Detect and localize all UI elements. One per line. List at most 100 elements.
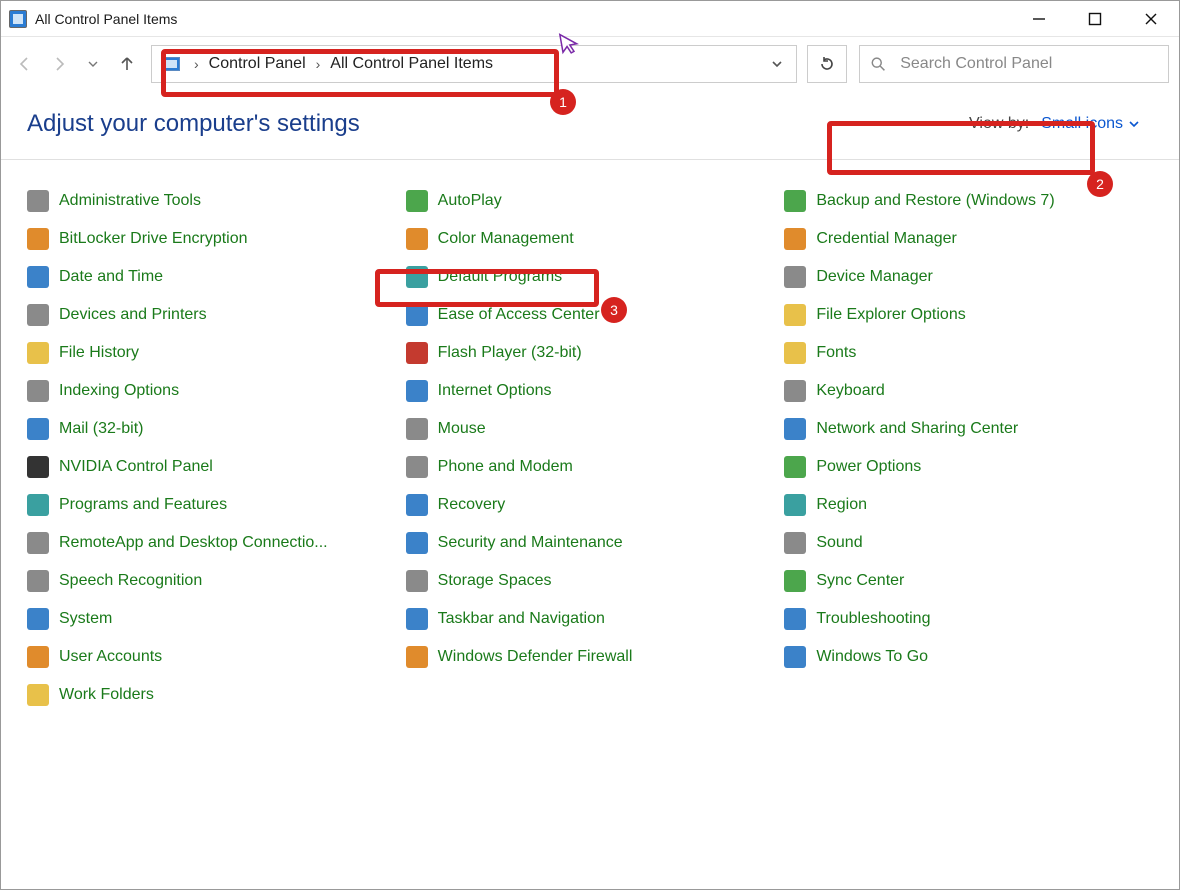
cp-item[interactable]: Taskbar and Navigation	[406, 600, 746, 638]
credential-mgr-icon	[784, 228, 806, 250]
cp-item-label: User Accounts	[59, 648, 162, 666]
cp-item[interactable]: File Explorer Options	[784, 296, 1124, 334]
cp-item[interactable]: Programs and Features	[27, 486, 367, 524]
cp-item[interactable]: BitLocker Drive Encryption	[27, 220, 367, 258]
autoplay-icon	[406, 190, 428, 212]
cp-item-label: Credential Manager	[816, 230, 957, 248]
nav-back-button[interactable]	[11, 50, 39, 78]
cp-item[interactable]: Security and Maintenance	[406, 524, 746, 562]
cp-item[interactable]: Troubleshooting	[784, 600, 1124, 638]
cp-item-label: Mail (32-bit)	[59, 420, 143, 438]
cp-item[interactable]: Default Programs	[406, 258, 746, 296]
cp-item[interactable]: Backup and Restore (Windows 7)	[784, 182, 1124, 220]
region-icon	[784, 494, 806, 516]
cp-item-label: Windows Defender Firewall	[438, 648, 633, 666]
cp-item-label: System	[59, 610, 112, 628]
cp-item[interactable]: Color Management	[406, 220, 746, 258]
search-box[interactable]	[859, 45, 1169, 83]
cp-item[interactable]: Region	[784, 486, 1124, 524]
chevron-down-icon	[1129, 119, 1139, 129]
cp-item-label: Recovery	[438, 496, 506, 514]
user-accounts-icon	[27, 646, 49, 668]
view-by-label: View by:	[969, 115, 1029, 133]
cp-item[interactable]: Mail (32-bit)	[27, 410, 367, 448]
defender-firewall-icon	[406, 646, 428, 668]
cp-item[interactable]: Devices and Printers	[27, 296, 367, 334]
heading-row: Adjust your computer's settings View by:…	[1, 91, 1179, 160]
nav-forward-button[interactable]	[45, 50, 73, 78]
view-by-control[interactable]: View by: Small icons	[955, 109, 1153, 139]
cp-item[interactable]: Indexing Options	[27, 372, 367, 410]
cp-item-label: Work Folders	[59, 686, 154, 704]
cp-item[interactable]: Power Options	[784, 448, 1124, 486]
ease-access-icon	[406, 304, 428, 326]
cp-item[interactable]: Recovery	[406, 486, 746, 524]
search-input[interactable]	[898, 54, 1158, 74]
recovery-icon	[406, 494, 428, 516]
cp-item[interactable]: Keyboard	[784, 372, 1124, 410]
cp-item-label: Color Management	[438, 230, 574, 248]
cp-item[interactable]: AutoPlay	[406, 182, 746, 220]
cp-item-label: Windows To Go	[816, 648, 928, 666]
indexing-icon	[27, 380, 49, 402]
cp-item-label: Power Options	[816, 458, 921, 476]
cp-item[interactable]: File History	[27, 334, 367, 372]
address-dropdown-button[interactable]	[762, 46, 792, 82]
cp-item-label: Ease of Access Center	[438, 306, 600, 324]
address-bar[interactable]: › Control Panel › All Control Panel Item…	[151, 45, 797, 83]
fonts-icon	[784, 342, 806, 364]
cp-item-label: Storage Spaces	[438, 572, 552, 590]
close-button[interactable]	[1123, 1, 1179, 37]
nav-up-button[interactable]	[113, 50, 141, 78]
cp-item-label: Indexing Options	[59, 382, 179, 400]
devices-printers-icon	[27, 304, 49, 326]
cp-item[interactable]: Credential Manager	[784, 220, 1124, 258]
cp-item-label: BitLocker Drive Encryption	[59, 230, 248, 248]
minimize-button[interactable]	[1011, 1, 1067, 37]
cp-item[interactable]: Phone and Modem	[406, 448, 746, 486]
cp-item-label: Administrative Tools	[59, 192, 201, 210]
default-programs-icon	[406, 266, 428, 288]
nvidia-icon	[27, 456, 49, 478]
cp-item[interactable]: Date and Time	[27, 258, 367, 296]
window-titlebar: All Control Panel Items	[1, 1, 1179, 37]
cp-item[interactable]: Sound	[784, 524, 1124, 562]
cp-item[interactable]: Ease of Access Center	[406, 296, 746, 334]
cp-item-label: Internet Options	[438, 382, 552, 400]
cp-item[interactable]: Network and Sharing Center	[784, 410, 1124, 448]
cp-item[interactable]: Fonts	[784, 334, 1124, 372]
cp-item-label: AutoPlay	[438, 192, 502, 210]
cp-item[interactable]: RemoteApp and Desktop Connectio...	[27, 524, 367, 562]
cp-item[interactable]: Flash Player (32-bit)	[406, 334, 746, 372]
annotation-badge-2: 2	[1087, 171, 1113, 197]
cp-item[interactable]: Device Manager	[784, 258, 1124, 296]
cp-item[interactable]: Work Folders	[27, 676, 367, 714]
breadcrumb-sep-icon: ›	[186, 56, 207, 72]
refresh-button[interactable]	[807, 45, 847, 83]
cp-item[interactable]: Windows To Go	[784, 638, 1124, 676]
cp-item[interactable]: Sync Center	[784, 562, 1124, 600]
maximize-button[interactable]	[1067, 1, 1123, 37]
cp-item-label: Troubleshooting	[816, 610, 930, 628]
nav-recent-dropdown[interactable]	[79, 50, 107, 78]
view-by-value[interactable]: Small icons	[1041, 115, 1139, 133]
date-time-icon	[27, 266, 49, 288]
backup-restore-icon	[784, 190, 806, 212]
cp-item-label: Keyboard	[816, 382, 885, 400]
breadcrumb-control-panel[interactable]: Control Panel	[207, 55, 308, 73]
cp-item-label: Fonts	[816, 344, 856, 362]
breadcrumb-all-items[interactable]: All Control Panel Items	[328, 55, 495, 73]
cp-item[interactable]: NVIDIA Control Panel	[27, 448, 367, 486]
cp-item[interactable]: Administrative Tools	[27, 182, 367, 220]
cp-item[interactable]: Speech Recognition	[27, 562, 367, 600]
cp-item[interactable]: Windows Defender Firewall	[406, 638, 746, 676]
cp-item-label: Device Manager	[816, 268, 933, 286]
cp-item[interactable]: System	[27, 600, 367, 638]
cp-item-label: Backup and Restore (Windows 7)	[816, 192, 1054, 210]
cp-item[interactable]: User Accounts	[27, 638, 367, 676]
cp-item[interactable]: Internet Options	[406, 372, 746, 410]
mouse-icon	[406, 418, 428, 440]
cp-item[interactable]: Storage Spaces	[406, 562, 746, 600]
cp-item[interactable]: Mouse	[406, 410, 746, 448]
speech-icon	[27, 570, 49, 592]
